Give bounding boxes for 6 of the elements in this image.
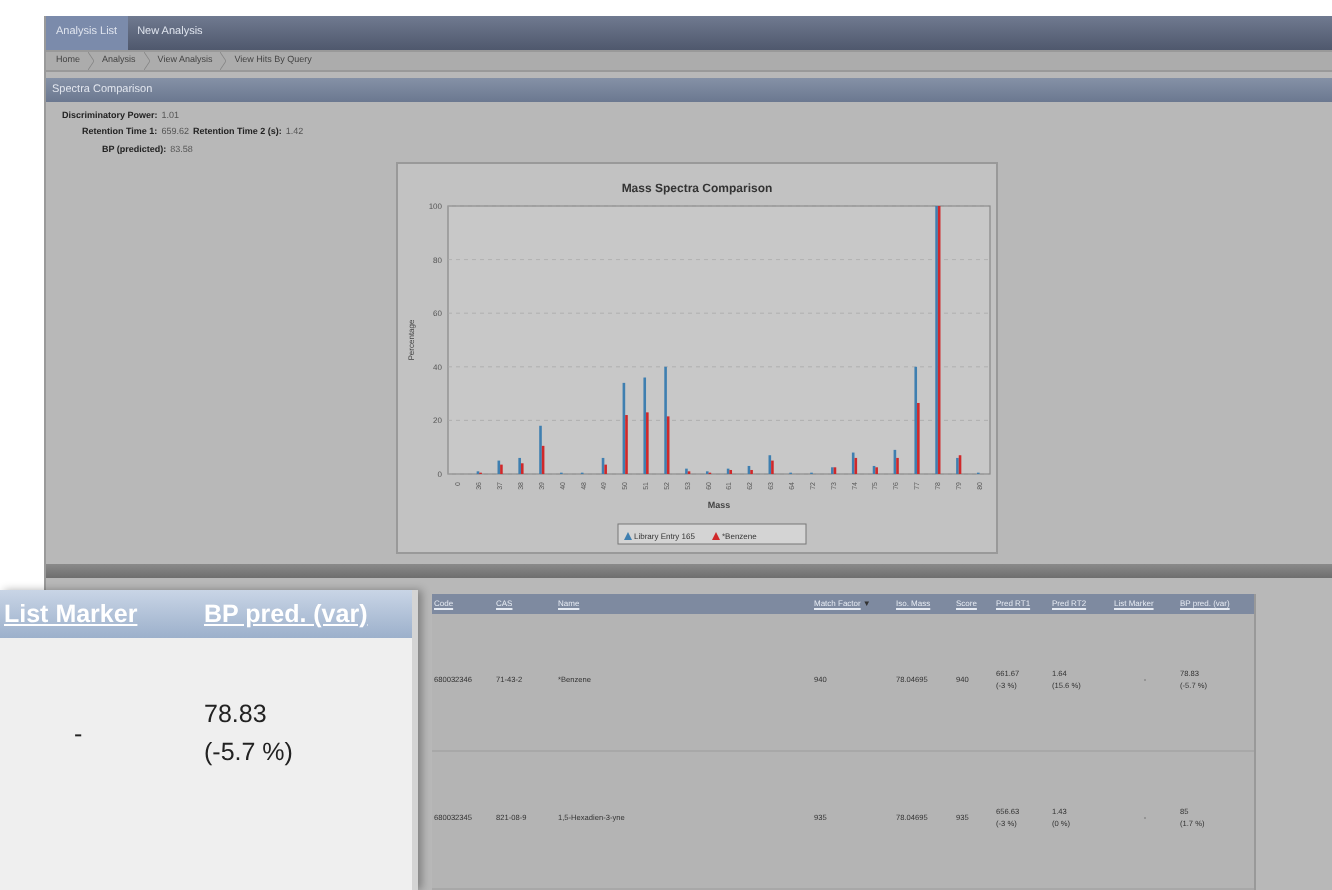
legend-marker-icon <box>624 531 632 540</box>
legend-marker-icon <box>712 531 720 540</box>
column-header[interactable]: BP pred. (var) <box>204 595 368 633</box>
column-header[interactable]: List Marker <box>4 595 204 633</box>
table-cell: - <box>74 719 83 748</box>
table-cell: 78.83 (-5.7 %) <box>204 700 293 766</box>
